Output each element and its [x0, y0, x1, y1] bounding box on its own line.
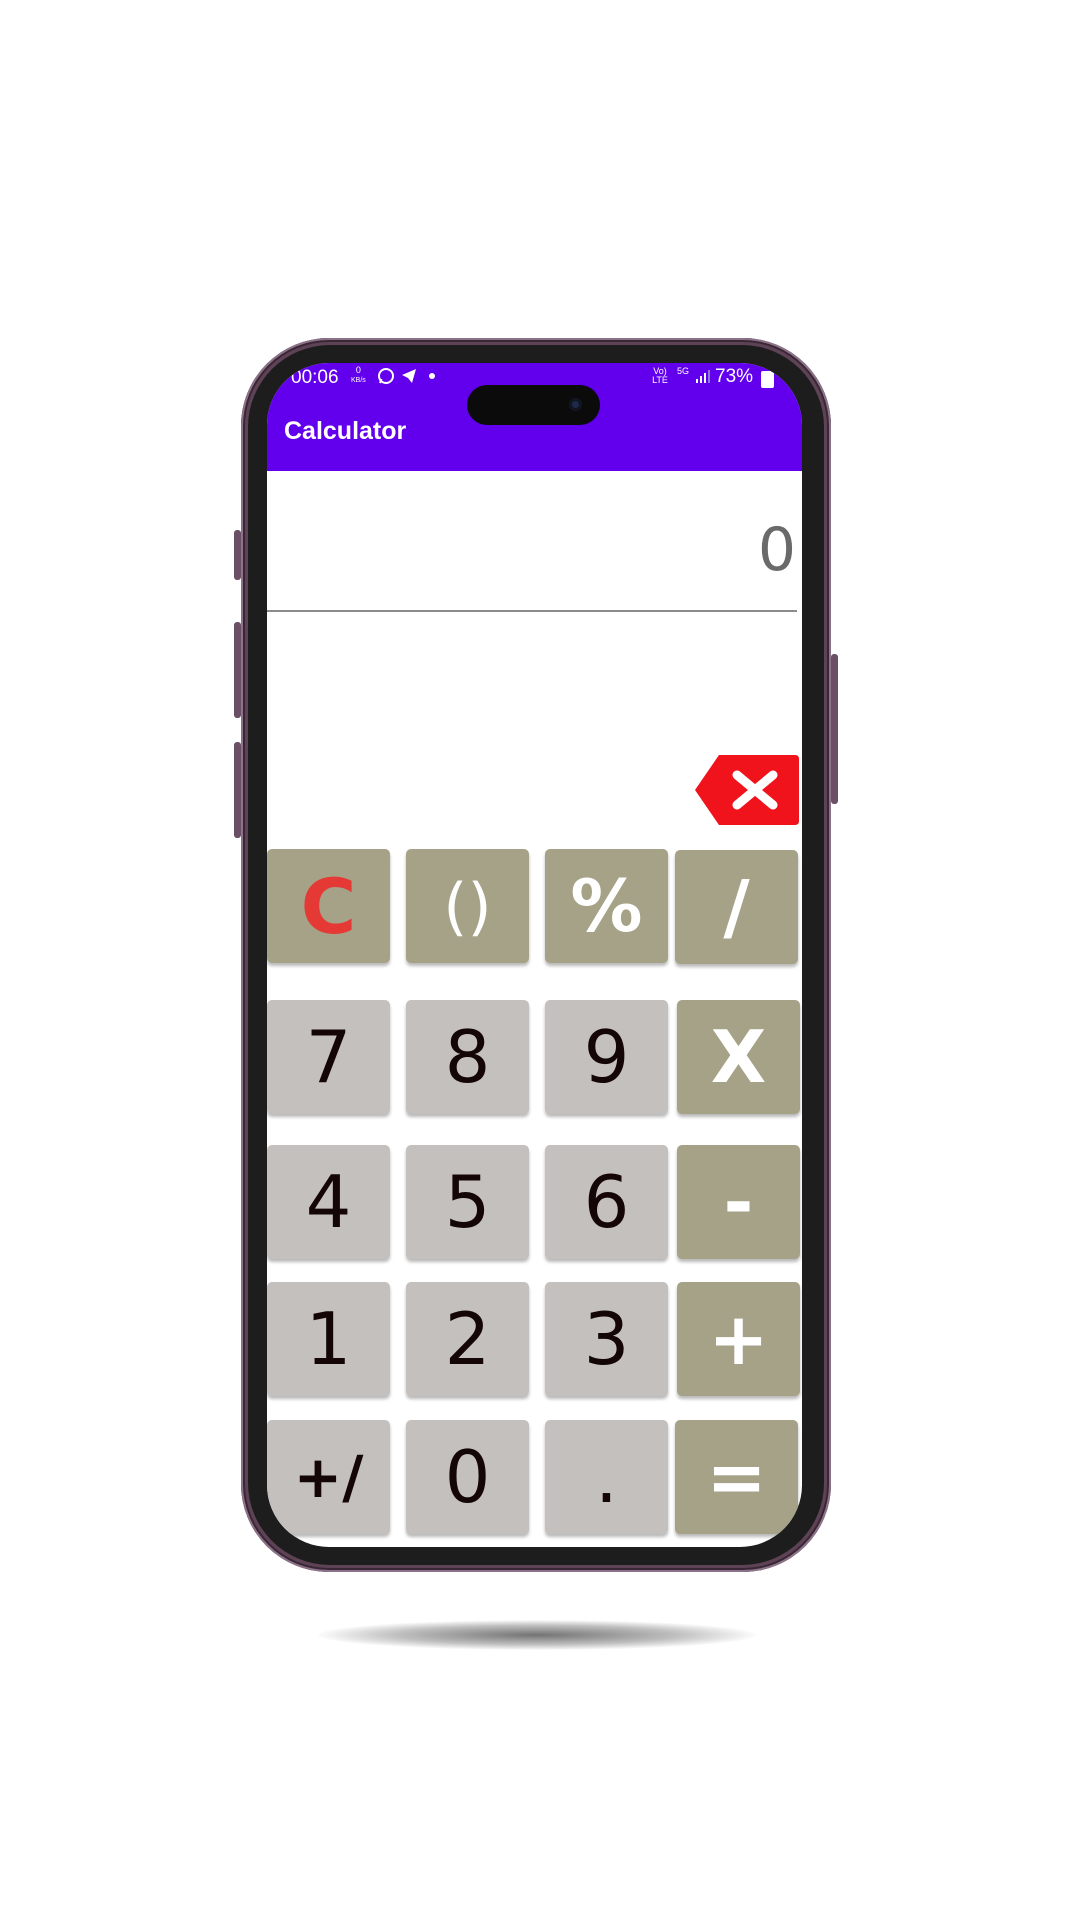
parentheses-button[interactable]: () [406, 849, 529, 963]
power-button [831, 654, 838, 804]
display-value: 0 [757, 515, 796, 585]
network-5g-indicator: 5G [676, 366, 689, 376]
volte-indicator: Vo) LTE [652, 366, 668, 385]
percent-button[interactable]: % [545, 849, 668, 963]
digit-4-button[interactable]: 4 [267, 1145, 390, 1259]
volume-down-button [234, 742, 241, 838]
digit-8-button[interactable]: 8 [406, 1000, 529, 1114]
divide-button[interactable]: / [675, 850, 798, 964]
backspace-button[interactable] [693, 753, 801, 827]
decimal-button[interactable]: . [545, 1420, 668, 1534]
multiply-button[interactable]: X [677, 1000, 800, 1114]
signal-icon [695, 367, 711, 390]
display-divider [267, 610, 797, 612]
toggle-sign-button[interactable]: +/ [267, 1420, 390, 1534]
digit-1-button[interactable]: 1 [267, 1282, 390, 1396]
screen: 00:06 0 KB/s Vo) LTE 5G 73% Calculator 0 [267, 363, 802, 1547]
battery-icon [761, 371, 774, 388]
front-camera [569, 398, 582, 411]
data-rate-unit: KB/s [351, 377, 366, 384]
data-rate-value: 0 [355, 365, 361, 375]
phone-shadow [318, 1620, 756, 1650]
status-time: 00:06 [291, 367, 339, 388]
app-title: Calculator [284, 417, 407, 445]
digit-0-button[interactable]: 0 [406, 1420, 529, 1534]
battery-percent: 73% [715, 366, 754, 387]
digit-9-button[interactable]: 9 [545, 1000, 668, 1114]
digit-2-button[interactable]: 2 [406, 1282, 529, 1396]
minus-button[interactable]: - [677, 1145, 800, 1259]
backspace-x-icon [695, 755, 799, 825]
dynamic-island [467, 385, 600, 425]
equals-button[interactable]: = [675, 1420, 798, 1534]
whatsapp-icon [377, 367, 395, 390]
digit-5-button[interactable]: 5 [406, 1145, 529, 1259]
clear-button[interactable]: C [267, 849, 390, 963]
telegram-icon [400, 367, 418, 390]
plus-button[interactable]: + [677, 1282, 800, 1396]
digit-7-button[interactable]: 7 [267, 1000, 390, 1114]
digit-3-button[interactable]: 3 [545, 1282, 668, 1396]
volume-up-button [234, 622, 241, 718]
data-rate: 0 KB/s [351, 366, 366, 385]
calculator-display: 0 [267, 471, 802, 608]
digit-6-button[interactable]: 6 [545, 1145, 668, 1259]
dot-icon [428, 367, 436, 390]
action-button [234, 530, 241, 580]
